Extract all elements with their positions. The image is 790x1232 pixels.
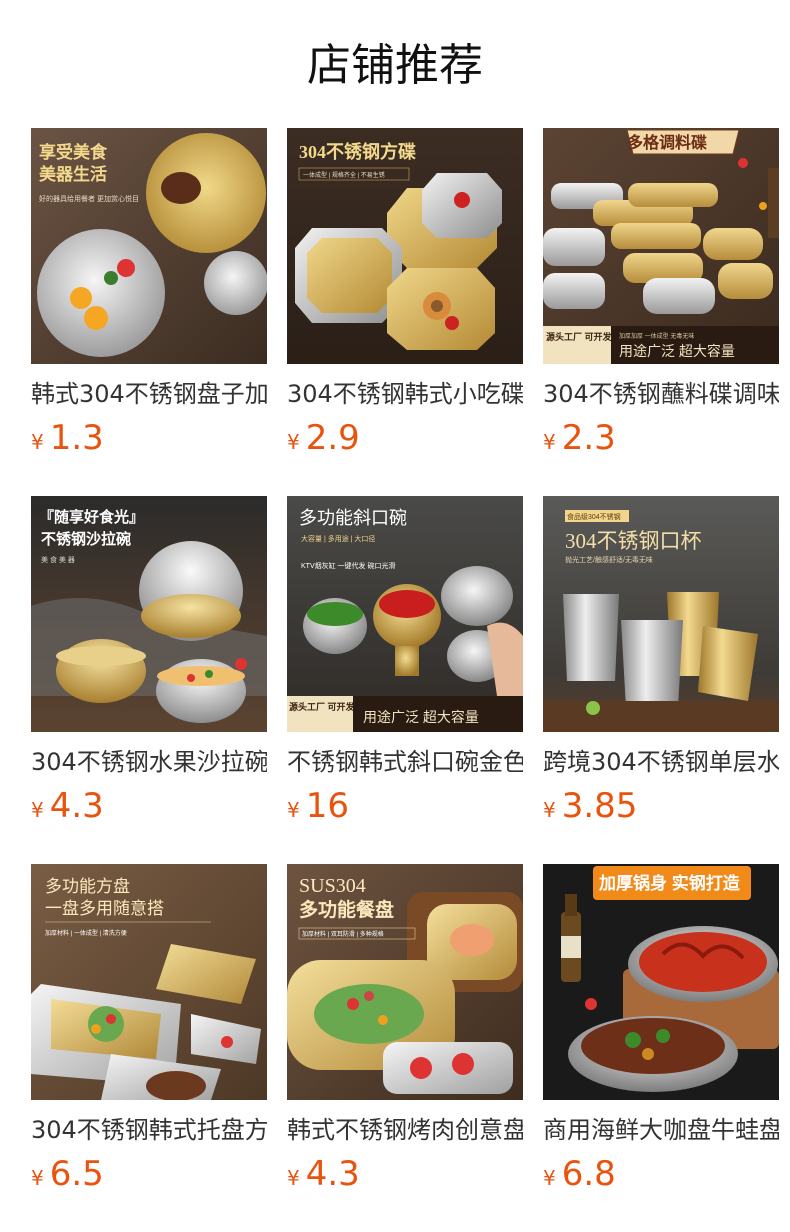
product-card[interactable]: 加厚锅身 实钢打造 商用海鲜大咖盘牛蛙盘 ¥6.8	[543, 864, 779, 1196]
image-title: SUS304	[299, 875, 366, 897]
banner-left: 源头工厂 可开发票	[289, 701, 364, 712]
image-tagline: 抛光工艺/触感舒适/无毒无味	[565, 555, 653, 564]
product-name[interactable]: 304不锈钢韩式小吃碟	[287, 377, 523, 411]
image-subtitle: 多功能餐盘	[299, 898, 394, 921]
currency-symbol: ¥	[543, 1166, 556, 1190]
currency-symbol: ¥	[31, 430, 44, 454]
price-value: 6.8	[561, 1154, 616, 1194]
product-name[interactable]: 韩式不锈钢烤肉创意盘	[287, 1113, 523, 1147]
product-image[interactable]: SUS304 多功能餐盘 加厚材料 | 双耳防滑 | 多种规格	[287, 864, 523, 1100]
product-image[interactable]: 享受美食 美器生活 好的器具给用餐者 更加赏心悦目	[31, 128, 267, 364]
price-value: 4.3	[49, 786, 104, 826]
price-value: 16	[305, 786, 349, 826]
product-price: ¥3.85	[543, 784, 637, 828]
image-tagline: 美 食 美 器	[41, 555, 75, 564]
price-value: 3.85	[561, 786, 638, 826]
image-subtitle: 一盘多用随意搭	[45, 899, 164, 918]
banner-right: 用途广泛 超大容量	[619, 343, 735, 359]
image-tagline: 好的器具给用餐者 更加赏心悦目	[39, 194, 139, 203]
product-price: ¥2.3	[543, 416, 616, 460]
price-value: 6.5	[49, 1154, 104, 1194]
product-card[interactable]: 多格调料碟 源头工厂 可开发票 加厚加厚 一体成型 无毒无味 用途广泛 超大容量…	[543, 128, 779, 460]
image-tagline: 加厚加厚 一体成型 无毒无味	[619, 332, 694, 340]
currency-symbol: ¥	[287, 1166, 300, 1190]
currency-symbol: ¥	[287, 798, 300, 822]
product-name[interactable]: 跨境304不锈钢单层水杯	[543, 745, 779, 779]
product-card[interactable]: 『随享好食光』 不锈钢沙拉碗 美 食 美 器 304不锈钢水果沙拉碗 ¥4.3	[31, 496, 267, 828]
product-name[interactable]: 商用海鲜大咖盘牛蛙盘	[543, 1113, 779, 1147]
product-card[interactable]: 304不锈钢方碟 一体成型 | 规格齐全 | 不易生锈 304不锈钢韩式小吃碟 …	[287, 128, 523, 460]
product-price: ¥6.5	[31, 1152, 104, 1196]
image-title: 304不锈钢方碟	[299, 141, 416, 162]
banner-right: 用途广泛 超大容量	[363, 709, 479, 725]
product-image[interactable]: 多格调料碟 源头工厂 可开发票 加厚加厚 一体成型 无毒无味 用途广泛 超大容量	[543, 128, 779, 364]
product-image[interactable]: 加厚锅身 实钢打造	[543, 864, 779, 1100]
product-price: ¥2.9	[287, 416, 360, 460]
price-value: 1.3	[49, 418, 104, 458]
product-image[interactable]: 304不锈钢方碟 一体成型 | 规格齐全 | 不易生锈	[287, 128, 523, 364]
image-tagline: 一体成型 | 规格齐全 | 不易生锈	[303, 171, 385, 179]
image-title: 多功能方盘	[45, 877, 130, 896]
image-tagline: 加厚材料 | 双耳防滑 | 多种规格	[302, 930, 384, 938]
product-price: ¥1.3	[31, 416, 104, 460]
image-subtitle: 美器生活	[39, 164, 107, 184]
image-title: 304不锈钢口杯	[565, 529, 702, 553]
currency-symbol: ¥	[31, 798, 44, 822]
product-name[interactable]: 不锈钢韩式斜口碗金色	[287, 745, 523, 779]
product-name[interactable]: 韩式304不锈钢盘子加厚	[31, 377, 267, 411]
currency-symbol: ¥	[543, 798, 556, 822]
image-title: 『随享好食光』	[39, 508, 144, 526]
price-value: 2.9	[305, 418, 360, 458]
product-name[interactable]: 304不锈钢韩式托盘方盘	[31, 1113, 267, 1147]
product-card[interactable]: 多功能斜口碗 大容量 | 多用途 | 大口径 KTV烟灰缸 一键代发 碗口光滑 …	[287, 496, 523, 828]
product-card[interactable]: SUS304 多功能餐盘 加厚材料 | 双耳防滑 | 多种规格 韩式不锈钢烤肉创…	[287, 864, 523, 1196]
product-name[interactable]: 304不锈钢蘸料碟调味碟	[543, 377, 779, 411]
currency-symbol: ¥	[31, 1166, 44, 1190]
image-title: 多功能斜口碗	[299, 508, 407, 528]
price-value: 4.3	[305, 1154, 360, 1194]
banner-left: 源头工厂 可开发票	[546, 331, 621, 342]
image-title: 享受美食	[39, 142, 108, 162]
product-name[interactable]: 304不锈钢水果沙拉碗	[31, 745, 267, 779]
product-image[interactable]: 多功能方盘 一盘多用随意搭 加厚材料 | 一体成型 | 清洗方便	[31, 864, 267, 1100]
currency-symbol: ¥	[287, 430, 300, 454]
product-price: ¥16	[287, 784, 349, 828]
product-card[interactable]: 食品级304不锈钢 304不锈钢口杯 抛光工艺/触感舒适/无毒无味 跨境304不…	[543, 496, 779, 828]
product-price: ¥4.3	[31, 784, 104, 828]
image-title: 加厚锅身 实钢打造	[598, 873, 741, 893]
image-subtitle: 不锈钢沙拉碗	[41, 530, 131, 548]
image-tagline: 加厚材料 | 一体成型 | 清洗方便	[45, 929, 127, 937]
image-title: 多格调料碟	[627, 133, 707, 152]
product-image[interactable]: 『随享好食光』 不锈钢沙拉碗 美 食 美 器	[31, 496, 267, 732]
image-side-text: KTV烟灰缸 一键代发 碗口光滑	[301, 561, 396, 570]
product-price: ¥6.8	[543, 1152, 616, 1196]
product-card[interactable]: 享受美食 美器生活 好的器具给用餐者 更加赏心悦目 韩式304不锈钢盘子加厚 ¥…	[31, 128, 267, 460]
product-price: ¥4.3	[287, 1152, 360, 1196]
product-card[interactable]: 多功能方盘 一盘多用随意搭 加厚材料 | 一体成型 | 清洗方便 304不锈钢韩…	[31, 864, 267, 1196]
product-image[interactable]: 多功能斜口碗 大容量 | 多用途 | 大口径 KTV烟灰缸 一键代发 碗口光滑 …	[287, 496, 523, 732]
store-recommend-page: 店铺推荐 享受美食 美器生活 好的器具给用餐者 更加赏心悦目 韩式304不锈钢盘…	[0, 0, 790, 1232]
product-image[interactable]: 食品级304不锈钢 304不锈钢口杯 抛光工艺/触感舒适/无毒无味	[543, 496, 779, 732]
price-value: 2.3	[561, 418, 616, 458]
currency-symbol: ¥	[543, 430, 556, 454]
image-tagline: 大容量 | 多用途 | 大口径	[301, 534, 375, 543]
image-badge: 食品级304不锈钢	[567, 512, 621, 521]
page-title: 店铺推荐	[307, 40, 483, 91]
